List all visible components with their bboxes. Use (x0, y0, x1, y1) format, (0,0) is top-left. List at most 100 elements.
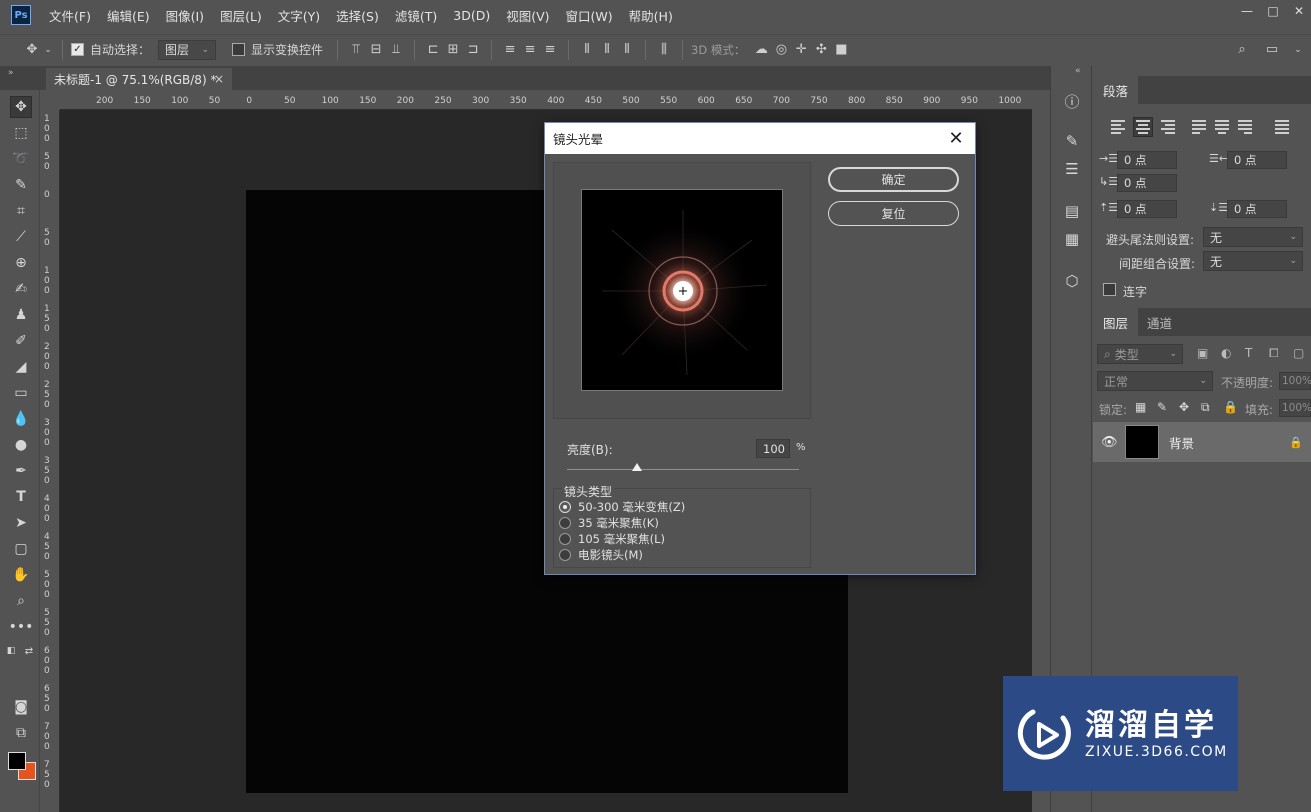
lock-all-icon[interactable]: 🔒 (1223, 400, 1238, 414)
tab-layers[interactable]: 图层 (1093, 308, 1139, 336)
show-transform-checkbox[interactable] (232, 43, 246, 56)
align-top-icon[interactable]: ⫪ (346, 40, 366, 60)
hand-tool-icon[interactable]: ✋ (10, 564, 32, 586)
gradient-tool-icon[interactable]: ▭ (10, 382, 32, 404)
blend-mode-dropdown[interactable]: 正常 ⌄ (1097, 371, 1213, 391)
3d-roll-icon[interactable]: ◎ (771, 40, 791, 60)
tab-channels[interactable]: 通道 (1137, 308, 1182, 336)
fill-input[interactable]: 100% (1279, 399, 1311, 417)
brightness-input[interactable]: 100 (756, 439, 790, 458)
reset-button[interactable]: 复位 (828, 201, 959, 226)
adjustments-icon[interactable]: ☰ (1061, 158, 1083, 180)
menu-filter[interactable]: 滤镜(T) (395, 6, 437, 25)
lock-image-icon[interactable]: ✎ (1157, 400, 1167, 414)
filter-pixel-icon[interactable]: ▣ (1197, 346, 1208, 360)
eye-visibility-icon[interactable]: 👁 (1101, 435, 1118, 450)
default-colors-icon[interactable]: ◧ (4, 640, 18, 662)
blur-tool-icon[interactable]: 💧 (10, 408, 32, 430)
menu-3d[interactable]: 3D(D) (453, 8, 490, 23)
ok-button[interactable]: 确定 (828, 167, 959, 192)
dodge-tool-icon[interactable]: ● (10, 434, 32, 456)
close-tab-icon[interactable]: × (214, 72, 224, 86)
brush-tool-icon[interactable]: ✍ (10, 278, 32, 300)
radio-button[interactable] (559, 549, 571, 561)
marquee-tool-icon[interactable]: ⬚ (10, 122, 32, 144)
history-brush-tool-icon[interactable]: ✐ (10, 330, 32, 352)
lens-option-50-300[interactable]: 50-300 毫米变焦(Z) (559, 499, 685, 515)
eraser-tool-icon[interactable]: ◢ (10, 356, 32, 378)
distribute-right-icon[interactable]: ⦀ (617, 40, 637, 60)
radio-button[interactable] (559, 517, 571, 529)
move-tool-icon[interactable]: ✥ (10, 96, 32, 118)
distribute-left-icon[interactable]: ⦀ (577, 40, 597, 60)
crop-tool-icon[interactable]: ⌗ (10, 200, 32, 222)
menu-image[interactable]: 图像(I) (166, 6, 204, 25)
align-vcenter-icon[interactable]: ⊟ (366, 40, 386, 60)
mojikumi-dropdown[interactable]: 无 ⌄ (1203, 251, 1303, 271)
swap-colors-icon[interactable]: ⇄ (22, 640, 36, 662)
workspace-chevron-icon[interactable]: ⌄ (1288, 40, 1308, 60)
justify-last-left-icon[interactable] (1192, 118, 1210, 136)
justify-all-icon[interactable] (1275, 118, 1293, 136)
indent-first-line-input[interactable]: 0 点 (1117, 174, 1177, 192)
quick-mask-icon[interactable]: ◙ (10, 696, 32, 718)
screen-mode-icon[interactable]: ⧉ (10, 722, 32, 744)
space-before-input[interactable]: 0 点 (1117, 200, 1177, 218)
layer-filter-dropdown[interactable]: ⌕ 类型 ⌄ (1097, 344, 1183, 364)
quick-select-tool-icon[interactable]: ✎ (10, 174, 32, 196)
clone-stamp-tool-icon[interactable]: ♟ (10, 304, 32, 326)
kinsoku-dropdown[interactable]: 无 ⌄ (1203, 227, 1303, 247)
radio-button[interactable] (559, 533, 571, 545)
3d-panel-icon[interactable]: ⬡ (1061, 270, 1083, 292)
3d-slide-icon[interactable]: ✣ (811, 40, 831, 60)
close-icon[interactable]: ✕ (945, 127, 967, 149)
menu-select[interactable]: 选择(S) (336, 6, 379, 25)
hyphenate-checkbox[interactable] (1103, 283, 1116, 296)
space-after-input[interactable]: 0 点 (1227, 200, 1287, 218)
brush-settings-icon[interactable]: ✎ (1061, 130, 1083, 152)
3d-orbit-icon[interactable]: ☁ (751, 40, 771, 60)
opacity-input[interactable]: 100% (1279, 372, 1311, 390)
layer-row[interactable]: 👁 背景 🔒 (1093, 422, 1311, 462)
foreground-color-swatch[interactable] (8, 752, 26, 770)
path-select-tool-icon[interactable]: ➤ (10, 512, 32, 534)
distribute-vcenter-icon[interactable]: ≡ (520, 40, 540, 60)
menu-file[interactable]: 文件(F) (49, 6, 91, 25)
menu-edit[interactable]: 编辑(E) (107, 6, 150, 25)
align-hcenter-icon[interactable]: ⊞ (443, 40, 463, 60)
lens-option-35[interactable]: 35 毫米聚焦(K) (559, 515, 659, 531)
move-tool-icon[interactable]: ✥ (22, 40, 42, 60)
collapse-toolbar-icon[interactable]: » (8, 68, 14, 78)
type-tool-icon[interactable]: T (10, 486, 32, 508)
shape-tool-icon[interactable]: ▢ (10, 538, 32, 560)
pen-tool-icon[interactable]: ✒ (10, 460, 32, 482)
filter-shape-icon[interactable]: ⧠ (1269, 346, 1279, 361)
filter-adjustment-icon[interactable]: ◐ (1221, 346, 1231, 360)
3d-pan-icon[interactable]: ✛ (791, 40, 811, 60)
menu-type[interactable]: 文字(Y) (278, 6, 320, 25)
document-tab[interactable]: 未标题-1 @ 75.1%(RGB/8) * × (46, 68, 232, 90)
lock-artboard-icon[interactable]: ⧉ (1201, 400, 1210, 415)
auto-align-icon[interactable]: ⫼ (654, 40, 674, 60)
align-bottom-icon[interactable]: ⫫ (386, 40, 406, 60)
auto-select-target-dropdown[interactable]: 图层 ⌄ (158, 39, 217, 60)
filter-type-icon[interactable]: T (1245, 346, 1252, 360)
justify-last-right-icon[interactable] (1238, 118, 1256, 136)
indent-right-input[interactable]: 0 点 (1227, 151, 1287, 169)
menu-view[interactable]: 视图(V) (506, 6, 549, 25)
menu-help[interactable]: 帮助(H) (629, 6, 673, 25)
collapse-panels-icon[interactable]: « (1075, 66, 1081, 76)
more-tools-icon[interactable]: ••• (9, 616, 34, 638)
eyedropper-tool-icon[interactable]: ⟋ (10, 226, 32, 248)
align-right-icon[interactable]: ⊐ (463, 40, 483, 60)
workspace-icon[interactable]: ▭ (1262, 40, 1282, 60)
brightness-slider-thumb[interactable] (631, 463, 642, 471)
menu-window[interactable]: 窗口(W) (566, 6, 613, 25)
3d-camera-icon[interactable]: ■ (831, 40, 851, 60)
brightness-slider[interactable] (567, 469, 799, 470)
search-icon[interactable]: ⌕ (1232, 40, 1252, 60)
menu-layer[interactable]: 图层(L) (220, 6, 262, 25)
lock-position-icon[interactable]: ✥ (1179, 400, 1189, 414)
align-left-icon[interactable]: ⊏ (423, 40, 443, 60)
align-left-text-icon[interactable] (1111, 118, 1129, 136)
